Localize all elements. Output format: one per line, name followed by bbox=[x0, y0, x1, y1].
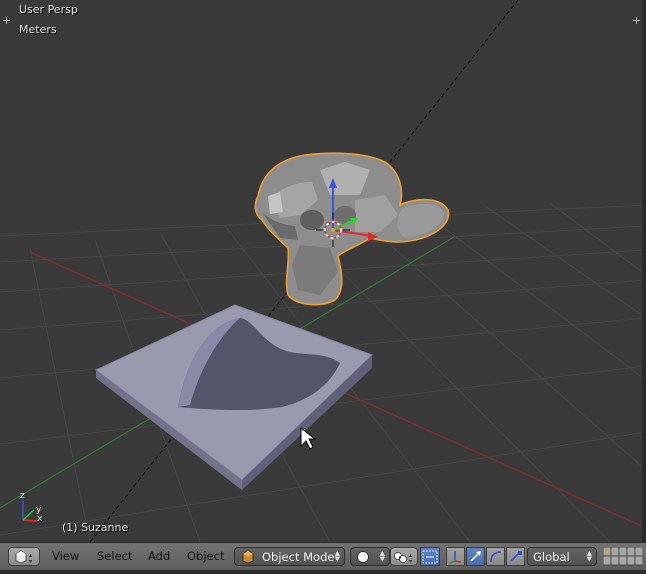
svg-text:▾: ▾ bbox=[409, 558, 412, 564]
blender-window: z y x User Persp Meters (1) Suzanne + + … bbox=[0, 0, 646, 574]
viewport-shading-dropdown[interactable]: ▲ ▼ bbox=[350, 547, 390, 566]
shading-arrows-icon: ▲ ▼ bbox=[379, 549, 385, 563]
bottom-status-strip bbox=[0, 570, 646, 574]
editor-type-button[interactable]: ▴ ▾ bbox=[8, 547, 40, 566]
viewport-scene[interactable]: z y x bbox=[0, 0, 646, 542]
axis-orientation-gizmo: z y x bbox=[20, 491, 43, 524]
scale-icon bbox=[510, 551, 522, 562]
properties-toggle-plus-icon[interactable]: + bbox=[632, 15, 641, 26]
add-menu[interactable]: Add bbox=[148, 549, 170, 563]
units-label: Meters bbox=[19, 23, 57, 36]
view-type-label: User Persp bbox=[19, 3, 78, 16]
object-mode-cube-icon bbox=[242, 550, 254, 563]
gizmo-x-label: x bbox=[37, 514, 43, 524]
scale-tool-button[interactable] bbox=[506, 547, 525, 566]
mode-arrows-icon: ▲ ▼ bbox=[334, 549, 340, 563]
translate-arrow-icon bbox=[470, 551, 481, 562]
gizmo-z-label: z bbox=[20, 491, 25, 501]
editor-type-cube-icon: ▴ ▾ bbox=[15, 550, 32, 564]
rotate-tool-button[interactable] bbox=[486, 547, 505, 566]
orientation-arrows-icon: ▲ ▼ bbox=[586, 549, 592, 563]
pivot-point-dropdown[interactable]: ▴ ▾ bbox=[390, 547, 418, 566]
region-edge[interactable] bbox=[642, 0, 646, 542]
pivot-point-icon: ▴ ▾ bbox=[394, 552, 412, 564]
object-menu[interactable]: Object bbox=[187, 549, 224, 563]
viewport-header: ▴ ▾ View Select Add Object Object Mode ▲… bbox=[0, 542, 646, 570]
toolshelf-toggle-plus-icon[interactable]: + bbox=[2, 15, 11, 26]
mode-dropdown[interactable]: Object Mode ▲ ▼ bbox=[234, 547, 345, 566]
manipulator-combined-button[interactable] bbox=[446, 547, 465, 566]
manipulator-toggle-icon bbox=[422, 550, 438, 563]
manipulator-toggle-button[interactable] bbox=[420, 547, 440, 566]
view-menu[interactable]: View bbox=[52, 549, 79, 563]
cutout-plate-mesh[interactable] bbox=[95, 304, 373, 490]
viewport-shading-sphere-icon bbox=[357, 550, 369, 563]
mouse-cursor-icon bbox=[300, 426, 317, 450]
svg-text:▾: ▾ bbox=[29, 558, 32, 564]
layers-grid-icon[interactable] bbox=[602, 546, 644, 566]
transform-orientation-dropdown[interactable]: Global ▲ ▼ bbox=[527, 547, 597, 566]
manipulator-axes-icon bbox=[449, 551, 462, 564]
3d-viewport[interactable]: z y x User Persp Meters (1) Suzanne + + bbox=[0, 0, 646, 542]
active-object-label: (1) Suzanne bbox=[62, 521, 129, 534]
orientation-label: Global bbox=[533, 549, 570, 564]
mode-label: Object Mode bbox=[262, 549, 335, 564]
select-menu[interactable]: Select bbox=[97, 549, 132, 563]
rotate-arc-icon bbox=[490, 551, 502, 563]
translate-tool-button[interactable] bbox=[466, 547, 485, 566]
